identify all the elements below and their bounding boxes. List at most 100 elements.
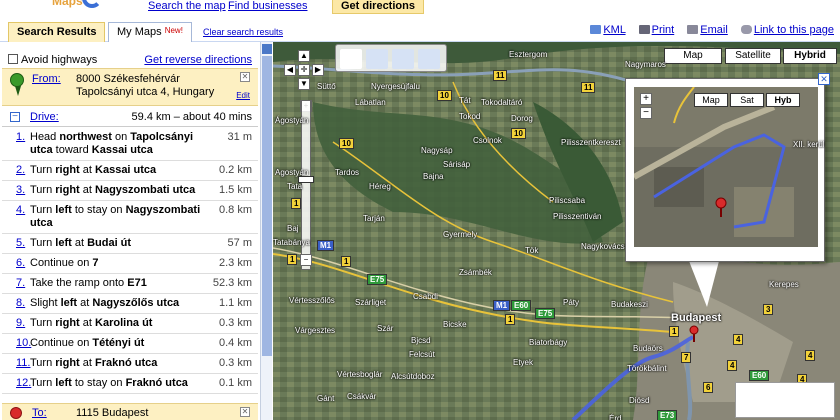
step-number[interactable]: 12. bbox=[16, 377, 31, 390]
reverse-directions-link[interactable]: Get reverse directions bbox=[144, 54, 252, 66]
collapse-minus-icon[interactable]: − bbox=[10, 112, 20, 122]
step-distance: 1.1 km bbox=[218, 297, 252, 309]
avoid-highways-option[interactable]: Avoid highways bbox=[8, 54, 97, 66]
map-tools-box bbox=[335, 44, 447, 72]
road-shield: 7 bbox=[681, 352, 692, 363]
from-label[interactable]: From: bbox=[32, 73, 61, 85]
inset-satellite-button[interactable]: Sat bbox=[730, 93, 764, 107]
link-to-this-page[interactable]: Link to this page bbox=[754, 24, 834, 36]
step-number[interactable]: 5. bbox=[16, 237, 25, 250]
step-distance: 52.3 km bbox=[212, 277, 252, 289]
maps-app: Maps Search the map Find businesses Get … bbox=[0, 0, 840, 420]
direction-step[interactable]: 7. Take the ramp onto E71 52.3 km bbox=[2, 274, 258, 294]
place-label: Vértesboglár bbox=[337, 370, 383, 379]
place-label: Gánt bbox=[317, 394, 335, 403]
line-tool-icon[interactable] bbox=[392, 49, 414, 69]
scroll-up-arrow-icon[interactable] bbox=[262, 44, 272, 54]
map-type-satellite-button[interactable]: Satellite bbox=[725, 48, 781, 64]
search-the-map-link[interactable]: Search the map bbox=[148, 0, 226, 12]
tab-search-results[interactable]: Search Results bbox=[8, 22, 106, 42]
drive-label[interactable]: Drive: bbox=[30, 111, 59, 123]
step-number[interactable]: 9. bbox=[16, 317, 25, 330]
place-label: Csákvár bbox=[347, 392, 377, 401]
directions-panel: Avoid highways Get reverse directions Fr… bbox=[0, 48, 260, 420]
step-instruction: Turn right at Kassai utca bbox=[30, 164, 157, 176]
step-number[interactable]: 1. bbox=[16, 131, 25, 144]
pan-up-icon[interactable]: ▲ bbox=[298, 50, 310, 62]
remove-to-close-icon[interactable]: ✕ bbox=[240, 407, 250, 417]
direction-step[interactable]: 5. Turn left at Budai út 57 m bbox=[2, 234, 258, 254]
direction-step[interactable]: 8. Slight left at Nagyszőlős utca 1.1 km bbox=[2, 294, 258, 314]
direction-step[interactable]: 2. Turn right at Kassai utca 0.2 km bbox=[2, 161, 258, 181]
to-label[interactable]: To: bbox=[32, 407, 47, 419]
place-label: Bjcsd bbox=[411, 336, 431, 345]
direction-step[interactable]: 1. Head northwest on Tapolcsányi utca tow… bbox=[2, 128, 258, 161]
place-label: Pilisszentkereszt bbox=[561, 138, 621, 147]
step-instruction: Take the ramp onto E71 bbox=[30, 277, 147, 289]
step-distance: 0.3 km bbox=[218, 357, 252, 369]
inset-hybrid-button[interactable]: Hyb bbox=[766, 93, 800, 107]
step-number[interactable]: 7. bbox=[16, 277, 25, 290]
step-number[interactable]: 3. bbox=[16, 184, 25, 197]
step-number[interactable]: 2. bbox=[16, 164, 25, 177]
inset-map[interactable]: Map Sat Hyb + − bbox=[634, 87, 818, 247]
inset-map-button[interactable]: Map bbox=[694, 93, 728, 107]
placemark-tool-icon[interactable] bbox=[366, 49, 388, 69]
shape-tool-icon[interactable] bbox=[418, 49, 440, 69]
inset-zoom-out-icon[interactable]: − bbox=[640, 107, 652, 119]
to-address-box: To: 1115 Budapest ✕ bbox=[2, 403, 258, 420]
place-label: Törökbálint bbox=[627, 364, 667, 373]
direction-step[interactable]: 3. Turn right at Nagyszombati utca 1.5 km bbox=[2, 181, 258, 201]
road-shield: 1 bbox=[341, 256, 352, 267]
pan-center-icon[interactable]: ✛ bbox=[298, 64, 310, 76]
place-label: Várgesztes bbox=[295, 326, 336, 335]
scroll-thumb[interactable] bbox=[262, 56, 272, 356]
new-badge: New! bbox=[164, 26, 183, 35]
inset-zoom-in-icon[interactable]: + bbox=[640, 93, 652, 105]
place-label: Süttő bbox=[317, 82, 336, 91]
email-link[interactable]: Email bbox=[700, 24, 728, 36]
find-businesses-link[interactable]: Find businesses bbox=[228, 0, 308, 12]
clear-search-results-link[interactable]: Clear search results bbox=[203, 27, 283, 37]
direction-step[interactable]: 4. Turn left to stay on Nagyszombati utca… bbox=[2, 201, 258, 234]
step-number[interactable]: 10. bbox=[16, 337, 31, 350]
google-maps-logo[interactable]: Maps bbox=[52, 0, 122, 16]
hand-pan-icon[interactable] bbox=[340, 49, 362, 69]
edit-from-link[interactable]: Edit bbox=[236, 91, 250, 100]
pan-left-icon[interactable]: ◀ bbox=[284, 64, 296, 76]
logo-text: Maps bbox=[52, 0, 83, 8]
tab-my-maps[interactable]: My Maps New! bbox=[108, 22, 192, 42]
place-label: Páty bbox=[563, 298, 580, 307]
place-label: Diósd bbox=[629, 396, 650, 405]
direction-step[interactable]: 9. Turn right at Karolina út 0.3 km bbox=[2, 314, 258, 334]
panel-scrollbar[interactable] bbox=[260, 42, 272, 420]
place-label: Tokodaltáró bbox=[481, 98, 523, 107]
avoid-highways-checkbox[interactable] bbox=[8, 54, 18, 64]
printer-icon bbox=[638, 25, 650, 34]
direction-step[interactable]: 10. Continue on Tétényi út 0.4 km bbox=[2, 334, 258, 354]
road-shield: 4 bbox=[805, 350, 816, 361]
zoom-out-icon[interactable]: − bbox=[300, 254, 312, 266]
map-view[interactable]: ▲ ◀ ✛ ▶ ▼ + − Map Satellite Hybrid Eszte… bbox=[273, 42, 840, 420]
map-type-hybrid-button[interactable]: Hybrid bbox=[783, 48, 837, 64]
close-inset-icon[interactable]: ✕ bbox=[818, 73, 830, 85]
place-label: Csabdi bbox=[413, 292, 438, 301]
map-type-map-button[interactable]: Map bbox=[664, 48, 722, 64]
get-directions-tab[interactable]: Get directions bbox=[332, 0, 424, 14]
pan-down-icon[interactable]: ▼ bbox=[298, 78, 310, 90]
step-number[interactable]: 6. bbox=[16, 257, 25, 270]
from-address: 8000 Székesfehérvár Tapolcsányi utca 4, … bbox=[76, 73, 214, 99]
step-number[interactable]: 4. bbox=[16, 204, 25, 217]
step-number[interactable]: 11. bbox=[16, 357, 30, 370]
road-shield: 1 bbox=[669, 326, 680, 337]
direction-step[interactable]: 12. Turn left to stay on Fraknó utca 0.1 k… bbox=[2, 374, 258, 394]
step-number[interactable]: 8. bbox=[16, 297, 25, 310]
place-label: Tök bbox=[525, 246, 539, 255]
print-link[interactable]: Print bbox=[652, 24, 675, 36]
pan-right-icon[interactable]: ▶ bbox=[312, 64, 324, 76]
direction-step[interactable]: 11. Turn right at Fraknó utca 0.3 km bbox=[2, 354, 258, 374]
remove-from-close-icon[interactable]: ✕ bbox=[240, 72, 250, 82]
kml-link[interactable]: KML bbox=[603, 24, 625, 36]
direction-step[interactable]: 6. Continue on 7 2.3 km bbox=[2, 254, 258, 274]
place-label: Bicske bbox=[443, 320, 467, 329]
